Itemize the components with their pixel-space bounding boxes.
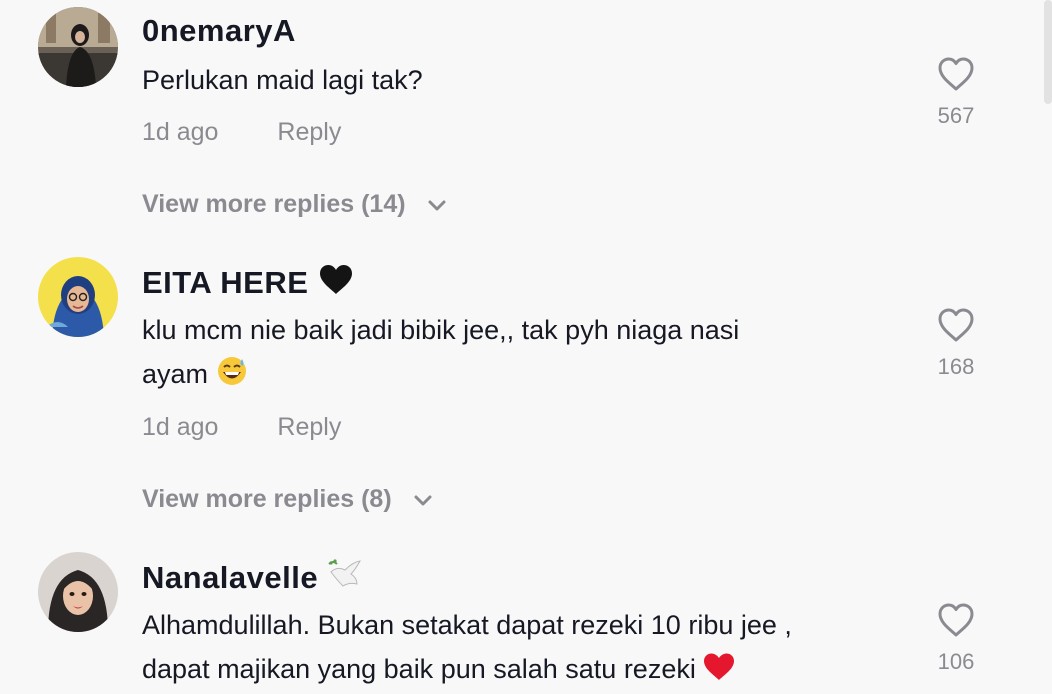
comment-text: Alhamdulillah. Bukan setakat dapat rezek…	[142, 603, 902, 694]
dove-icon	[327, 558, 363, 600]
timestamp: 1d ago	[142, 118, 219, 146]
reply-button[interactable]: Reply	[277, 413, 341, 441]
avatar[interactable]	[38, 7, 118, 87]
comment-text-line-2: ayam	[142, 352, 902, 400]
reply-button[interactable]: Reply	[277, 118, 341, 146]
like-group: 168	[930, 307, 982, 380]
view-more-replies-button[interactable]: View more replies (14)	[142, 190, 447, 220]
comment-text-line: dapat majikan yang baik pun salah satu r…	[142, 654, 696, 684]
username[interactable]: Nanalavelle	[142, 560, 318, 595]
username-row: Nanalavelle	[142, 558, 363, 600]
like-count: 567	[937, 103, 975, 128]
comment-text-line-2: dapat majikan yang baik pun salah satu r…	[142, 647, 902, 694]
comment-text-line: klu mcm nie baik jadi bibik jee,, tak py…	[142, 315, 740, 345]
heart-icon[interactable]	[930, 602, 982, 643]
comment-text: Perlukan maid lagi tak?	[142, 65, 423, 95]
avatar[interactable]	[38, 552, 118, 632]
like-count: 168	[937, 354, 975, 379]
view-more-replies-button[interactable]: View more replies (8)	[142, 485, 433, 515]
chevron-down-icon	[413, 486, 433, 515]
view-more-replies-label: View more replies (14)	[142, 190, 406, 218]
heart-icon[interactable]	[930, 56, 982, 97]
sweat-smile-emoji	[216, 355, 248, 400]
heart-icon[interactable]	[930, 307, 982, 348]
comment-meta: 1d ago Reply	[142, 118, 341, 147]
scrollbar[interactable]	[1044, 0, 1052, 104]
like-group: 106	[930, 602, 982, 675]
comment-text-line: ayam	[142, 359, 209, 389]
username[interactable]: EITA HERE	[142, 265, 308, 300]
like-group: 567	[930, 56, 982, 129]
comment-meta: 1d ago Reply	[142, 413, 341, 442]
view-more-replies-label: View more replies (8)	[142, 485, 392, 513]
chevron-down-icon	[427, 191, 447, 220]
avatar[interactable]	[38, 257, 118, 337]
username[interactable]: 0nemaryA	[142, 13, 296, 49]
timestamp: 1d ago	[142, 413, 219, 441]
like-count: 106	[937, 649, 975, 674]
red-heart-emoji	[703, 651, 735, 694]
comments-panel: 0nemaryA Perlukan maid lagi tak? 1d ago …	[0, 0, 1052, 694]
black-heart-icon	[318, 263, 354, 305]
username-row: EITA HERE	[142, 263, 354, 305]
comment-text: klu mcm nie baik jadi bibik jee,, tak py…	[142, 308, 902, 400]
comment-text-line: Alhamdulillah. Bukan setakat dapat rezek…	[142, 610, 792, 640]
